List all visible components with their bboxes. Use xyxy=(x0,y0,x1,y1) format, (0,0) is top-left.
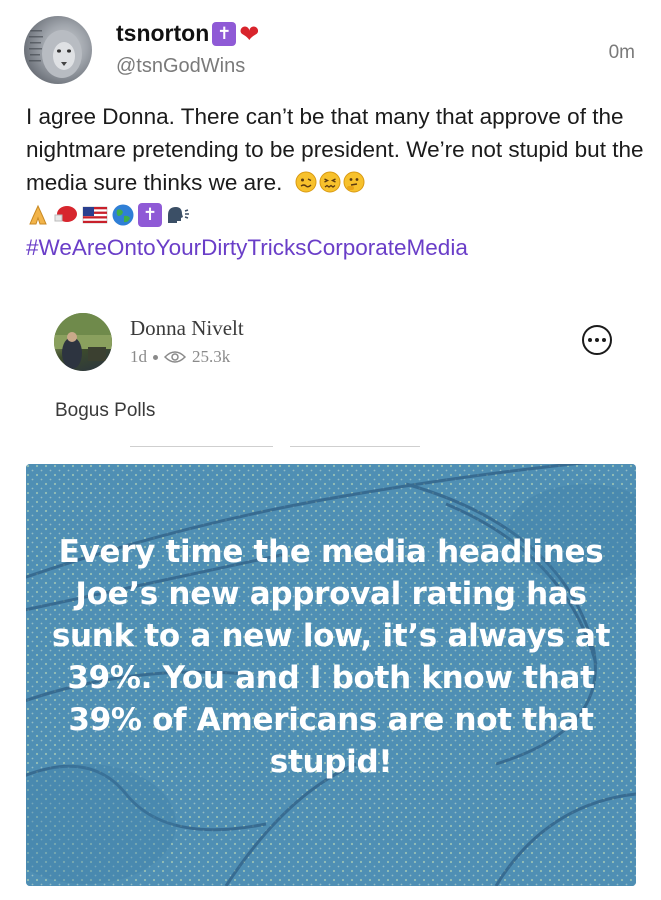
quoted-meta: 1d 25.3k xyxy=(130,347,230,367)
folded-hands-icon xyxy=(29,204,47,225)
inline-emojis xyxy=(295,171,365,193)
more-dot xyxy=(588,338,592,342)
emoji-row: ✝ xyxy=(26,203,191,227)
post-body: I agree Donna. There can’t be that many … xyxy=(26,100,646,199)
woozy-face-icon xyxy=(295,171,317,193)
more-dot xyxy=(602,338,606,342)
lion-image xyxy=(29,30,82,78)
eye-icon xyxy=(164,351,186,363)
cross-icon: ✝ xyxy=(212,21,237,46)
separator-dot xyxy=(153,354,158,360)
quoted-image[interactable]: Every time the media headlines Joe’s new… xyxy=(26,464,636,886)
quoted-avatar-image xyxy=(54,313,112,369)
quoted-text: Bogus Polls xyxy=(55,400,156,421)
author-name[interactable]: tsnorton ✝ ❤ xyxy=(116,20,259,47)
globe-icon xyxy=(112,204,134,226)
author-handle[interactable]: @tsnGodWins xyxy=(116,55,245,78)
author-avatar[interactable] xyxy=(24,16,92,84)
boxing-glove-icon xyxy=(54,206,77,222)
more-dot xyxy=(595,338,599,342)
view-count: 25.3k xyxy=(192,347,231,366)
thinking-face-icon xyxy=(343,171,365,193)
quoted-author-name[interactable]: Donna Nivelt xyxy=(130,316,244,341)
quoted-age: 1d xyxy=(130,347,147,366)
more-options-button[interactable] xyxy=(582,325,612,355)
post-timestamp: 0m xyxy=(608,42,635,63)
divider-left xyxy=(130,446,273,447)
quoted-author-avatar[interactable] xyxy=(54,313,112,371)
divider-right xyxy=(290,446,420,447)
latin-cross-icon: ✝ xyxy=(138,203,162,227)
heart-icon: ❤ xyxy=(239,19,260,48)
meme-caption: Every time the media headlines Joe’s new… xyxy=(51,534,611,780)
confounded-face-icon xyxy=(319,171,341,193)
us-flag-icon xyxy=(82,206,108,224)
hashtag-link[interactable]: #WeAreOntoYourDirtyTricksCorporateMedia xyxy=(26,235,468,261)
speaking-head-icon xyxy=(168,207,189,223)
username-text: tsnorton xyxy=(116,20,210,46)
